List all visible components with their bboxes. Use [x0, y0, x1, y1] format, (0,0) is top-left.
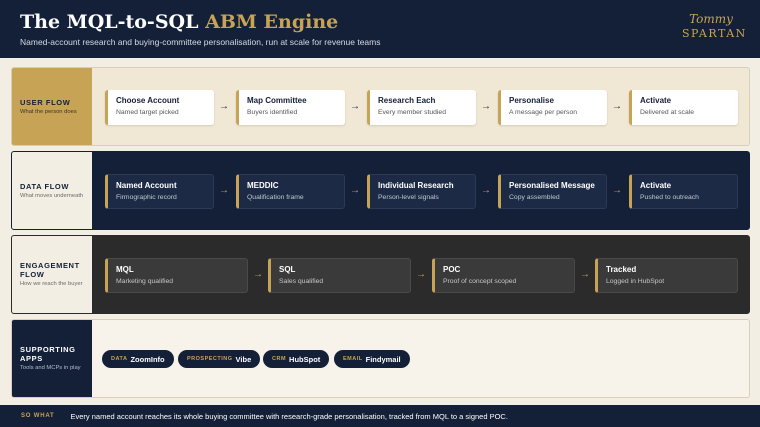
app-name: HubSpot: [289, 354, 321, 364]
app-pill-zoominfo: DATA ZoomInfo: [102, 350, 174, 368]
footer-text: Every named account reaches its whole bu…: [70, 411, 508, 421]
step-title: Personalised Message: [509, 181, 595, 190]
supporting-apps-row: SUPPORTING APPS Tools and MCPs in play D…: [11, 319, 750, 398]
row-title: ENGAGEMENT FLOW: [20, 261, 80, 279]
step-title: Named Account: [116, 181, 177, 190]
row-subtitle: What the person does: [20, 108, 77, 115]
data-flow-label: DATA FLOW What moves underneath: [12, 152, 92, 229]
arrow-right-icon: →: [612, 101, 622, 112]
user-flow-steps: Choose Account Named target picked → Map…: [92, 68, 749, 145]
brand-logo-line1: Tommy: [689, 12, 733, 26]
footer-banner: SO WHAT Every named account reaches its …: [0, 405, 760, 427]
step-subtitle: Person-level signals: [378, 194, 439, 201]
step-card: Individual Research Person-level signals: [367, 174, 476, 209]
step-title: Choose Account: [116, 96, 180, 105]
step-title: SQL: [279, 265, 296, 274]
header-banner: The MQL-to-SQL ABM Engine Named-account …: [0, 0, 760, 58]
step-card: Named Account Firmographic record: [105, 174, 214, 209]
arrow-right-icon: →: [219, 185, 229, 196]
step-subtitle: Qualification frame: [247, 194, 304, 201]
engagement-flow-steps: MQL Marketing qualified → SQL Sales qual…: [92, 236, 749, 313]
row-subtitle: Tools and MCPs in play: [20, 365, 81, 371]
step-card: Activate Delivered at scale: [629, 90, 738, 125]
step-title: Map Committee: [247, 96, 307, 105]
supporting-apps-list: DATA ZoomInfo PROSPECTING Vibe CRM HubSp…: [92, 320, 749, 397]
page-subtitle: Named-account research and buying-commit…: [20, 37, 381, 47]
step-card: Personalised Message Copy assembled: [498, 174, 607, 209]
footer-label: SO WHAT: [21, 413, 55, 419]
arrow-right-icon: →: [481, 185, 491, 196]
step-subtitle: Every member studied: [378, 109, 446, 116]
step-subtitle: Buyers identified: [247, 109, 298, 116]
row-title: DATA FLOW: [20, 181, 69, 191]
row-subtitle: How we reach the buyer: [20, 281, 83, 287]
step-title: MQL: [116, 265, 134, 274]
step-subtitle: Sales qualified: [279, 278, 324, 285]
app-category: EMAIL: [343, 356, 363, 362]
user-flow-label: USER FLOW What the person does: [12, 68, 92, 145]
app-name: Findymail: [365, 354, 401, 364]
step-card: Research Each Every member studied: [367, 90, 476, 125]
step-title: MEDDIC: [247, 181, 279, 190]
step-title: POC: [443, 265, 461, 274]
step-subtitle: Named target picked: [116, 109, 179, 116]
step-title: Tracked: [606, 265, 637, 274]
step-card: Personalise A message per person: [498, 90, 607, 125]
arrow-right-icon: →: [219, 101, 229, 112]
app-name: ZoomInfo: [130, 354, 165, 364]
arrow-right-icon: →: [416, 269, 426, 280]
step-card: POC Proof of concept scoped: [432, 258, 575, 293]
arrow-right-icon: →: [350, 101, 360, 112]
step-subtitle: Marketing qualified: [116, 278, 174, 285]
app-category: DATA: [111, 356, 128, 362]
row-title: USER FLOW: [20, 97, 71, 107]
step-subtitle: Copy assembled: [509, 194, 560, 201]
app-category: CRM: [272, 356, 287, 362]
step-card: Map Committee Buyers identified: [236, 90, 345, 125]
step-card: MQL Marketing qualified: [105, 258, 248, 293]
arrow-right-icon: →: [612, 185, 622, 196]
step-title: Personalise: [509, 96, 554, 105]
step-title: Individual Research: [378, 181, 454, 190]
app-pill-findymail: EMAIL Findymail: [334, 350, 410, 368]
app-category: PROSPECTING: [187, 356, 233, 362]
step-subtitle: Pushed to outreach: [640, 194, 699, 201]
step-card: Activate Pushed to outreach: [629, 174, 738, 209]
step-card: SQL Sales qualified: [268, 258, 411, 293]
data-flow-steps: Named Account Firmographic record → MEDD…: [92, 152, 749, 229]
step-title: Research Each: [378, 96, 436, 105]
step-subtitle: Firmographic record: [116, 194, 177, 201]
step-subtitle: Logged in HubSpot: [606, 278, 665, 285]
step-title: Activate: [640, 96, 672, 105]
engagement-flow-row: ENGAGEMENT FLOW How we reach the buyer M…: [11, 235, 750, 314]
supporting-apps-label: SUPPORTING APPS Tools and MCPs in play: [12, 320, 92, 397]
arrow-right-icon: →: [580, 269, 590, 280]
step-card: Tracked Logged in HubSpot: [595, 258, 738, 293]
step-subtitle: Proof of concept scoped: [443, 278, 517, 285]
arrow-right-icon: →: [350, 185, 360, 196]
page-title-accent: ABM Engine: [205, 11, 339, 33]
step-subtitle: Delivered at scale: [640, 109, 695, 116]
page-title-main: The MQL-to-SQL: [20, 11, 206, 33]
row-subtitle: What moves underneath: [20, 192, 84, 199]
app-pill-hubspot: CRM HubSpot: [263, 350, 330, 368]
row-title: SUPPORTING APPS: [20, 345, 76, 363]
step-card: MEDDIC Qualification frame: [236, 174, 345, 209]
arrow-right-icon: →: [253, 269, 263, 280]
app-pill-vibe: PROSPECTING Vibe: [178, 350, 261, 368]
brand-logo-line2: SPARTAN: [682, 27, 747, 40]
engagement-flow-label: ENGAGEMENT FLOW How we reach the buyer: [12, 236, 92, 313]
step-title: Activate: [640, 181, 672, 190]
brand-logo: Tommy SPARTAN: [682, 12, 747, 42]
app-name: Vibe: [235, 354, 252, 364]
step-subtitle: A message per person: [509, 109, 578, 116]
step-card: Choose Account Named target picked: [105, 90, 214, 125]
user-flow-row: USER FLOW What the person does Choose Ac…: [11, 67, 750, 146]
page-title: The MQL-to-SQL ABM Engine: [20, 11, 338, 33]
data-flow-row: DATA FLOW What moves underneath Named Ac…: [11, 151, 750, 230]
arrow-right-icon: →: [481, 101, 491, 112]
